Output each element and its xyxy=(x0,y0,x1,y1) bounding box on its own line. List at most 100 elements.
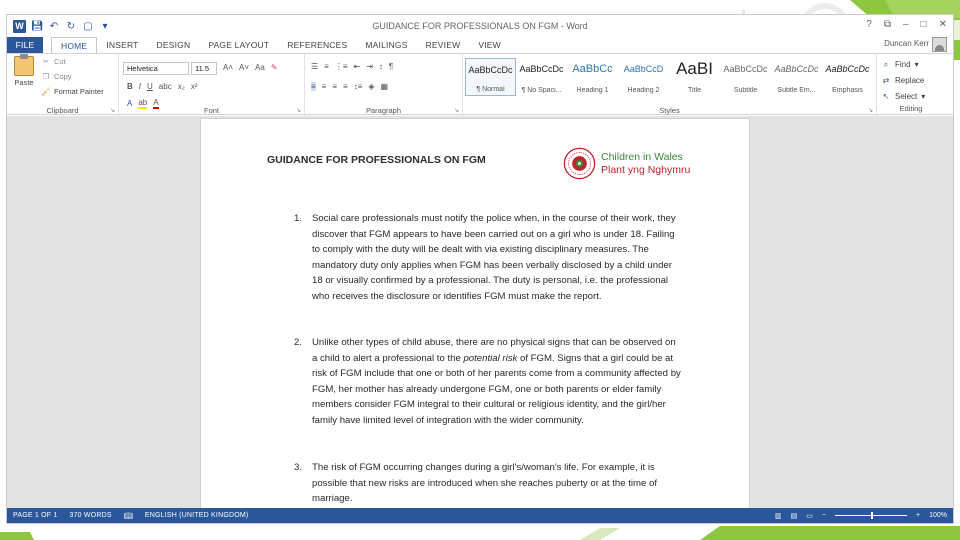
window-title: GUIDANCE FOR PROFESSIONALS ON FGM - Word xyxy=(372,21,588,31)
bullets-icon[interactable]: ☰ xyxy=(311,62,318,71)
zoom-slider-thumb[interactable] xyxy=(871,512,873,519)
zoom-slider[interactable] xyxy=(835,512,907,519)
paste-label: Paste xyxy=(14,78,34,87)
tab-view[interactable]: VIEW xyxy=(469,37,510,53)
tab-mailings[interactable]: MAILINGS xyxy=(356,37,416,53)
tab-references[interactable]: REFERENCES xyxy=(278,37,356,53)
show-marks-icon[interactable]: ¶ xyxy=(389,62,393,71)
maximize-button[interactable]: □ xyxy=(921,19,927,30)
multilevel-list-icon[interactable]: ⋮≡ xyxy=(335,62,348,71)
ribbon-display-options-button[interactable]: ⧉ xyxy=(884,19,891,30)
find-button[interactable]: ⌕ Find ▾ xyxy=(881,57,925,73)
cut-label: Cut xyxy=(54,57,66,66)
clear-formatting-icon[interactable]: ✎ xyxy=(271,63,278,72)
close-button[interactable]: ✕ xyxy=(939,19,947,30)
align-center-icon[interactable]: ≡ xyxy=(322,82,327,91)
font-size-dropdown[interactable]: 11.5 xyxy=(191,62,217,75)
document-area[interactable]: GUIDANCE FOR PROFESSIONALS ON FGM Childr… xyxy=(7,116,953,510)
increase-indent-icon[interactable]: ⇥ xyxy=(366,62,373,71)
decrease-indent-icon[interactable]: ⇤ xyxy=(354,62,361,71)
list-item-number: 2. xyxy=(294,337,303,348)
word-window: W 💾︎ ↶ ↻ ▢ ▾ GUIDANCE FOR PROFESSIONALS … xyxy=(6,14,954,524)
zoom-level[interactable]: 100% xyxy=(929,512,947,519)
align-right-icon[interactable]: ≡ xyxy=(332,82,337,91)
logo-seal-icon xyxy=(563,147,596,180)
list-item-number: 1. xyxy=(294,213,303,224)
select-button[interactable]: ↖ Select ▾ xyxy=(881,89,926,105)
bold-icon[interactable]: B xyxy=(127,82,133,91)
help-button[interactable]: ? xyxy=(866,19,872,30)
sort-icon[interactable]: ↕ xyxy=(379,62,383,71)
change-case-icon[interactable]: Aa xyxy=(255,63,265,72)
paragraph-group: ☰ ≡ ⋮≡ ⇤ ⇥ ↕ ¶ ≡ ≡ ≡ ≡ ↕≡ ◈ ▦ Paragraph … xyxy=(305,54,463,116)
replace-button[interactable]: ⇄ Replace xyxy=(881,73,925,89)
editing-group: ⌕ Find ▾ ⇄ Replace ↖ Select ▾ xyxy=(881,57,926,105)
replace-icon: ⇄ xyxy=(882,76,890,85)
shading-icon[interactable]: ◈ xyxy=(368,82,374,91)
line-spacing-icon[interactable]: ↕≡ xyxy=(354,82,363,91)
language[interactable]: ENGLISH (UNITED KINGDOM) xyxy=(139,512,255,519)
clipboard-launcher-icon[interactable]: ↘ xyxy=(110,107,115,114)
zoom-out-icon[interactable]: − xyxy=(822,512,826,519)
minimize-button[interactable]: – xyxy=(903,19,909,30)
paragraph-launcher-icon[interactable]: ↘ xyxy=(454,107,459,114)
tab-design[interactable]: DESIGN xyxy=(148,37,200,53)
font-group-label: Font xyxy=(203,106,219,115)
logo-line-english: Children in Wales xyxy=(601,151,683,163)
paste-button[interactable]: Paste xyxy=(11,54,37,87)
brush-icon: 🖌︎ xyxy=(41,87,51,96)
font-name-dropdown[interactable]: Helvetica xyxy=(123,62,189,75)
justify-icon[interactable]: ≡ xyxy=(343,82,348,91)
tab-home[interactable]: HOME xyxy=(51,37,98,53)
paragraph-group-label: Paragraph xyxy=(365,106,402,115)
zoom-in-icon[interactable]: + xyxy=(916,512,920,519)
ribbon: Paste ✂ Cut ❐ Copy 🖌︎ Format Painter Cli… xyxy=(7,53,953,116)
borders-icon[interactable]: ▦ xyxy=(381,82,389,91)
subscript-icon[interactable]: x₂ xyxy=(178,82,185,91)
list-item-text: Social care professionals must notify th… xyxy=(312,213,676,302)
tab-page-layout[interactable]: PAGE LAYOUT xyxy=(199,37,278,53)
copy-button[interactable]: ❐ Copy xyxy=(41,72,72,81)
proofing-icon[interactable]: 📖︎ xyxy=(118,512,139,520)
clipboard-group-label: Clipboard xyxy=(46,106,79,115)
shrink-font-icon[interactable]: A˅ xyxy=(239,63,249,72)
find-label: Find xyxy=(895,60,911,69)
replace-label: Replace xyxy=(895,76,925,85)
styles-group-label: Styles xyxy=(659,106,680,115)
underline-icon[interactable]: U xyxy=(147,82,153,91)
web-layout-icon[interactable]: ▭ xyxy=(806,512,813,520)
document-page[interactable]: GUIDANCE FOR PROFESSIONALS ON FGM Childr… xyxy=(200,118,750,510)
print-layout-icon[interactable]: ▤ xyxy=(791,512,798,520)
tab-file[interactable]: FILE xyxy=(7,37,43,53)
strikethrough-icon[interactable]: abc xyxy=(159,82,172,91)
numbering-icon[interactable]: ≡ xyxy=(324,62,329,71)
list-item-text: Unlike other types of child abuse, there… xyxy=(312,335,682,429)
align-left-icon[interactable]: ≡ xyxy=(311,82,316,91)
slide: W 💾︎ ↶ ↻ ▢ ▾ GUIDANCE FOR PROFESSIONALS … xyxy=(0,0,960,540)
copy-icon: ❐ xyxy=(42,72,50,81)
styles-launcher-icon[interactable]: ↘ xyxy=(868,107,873,114)
list-controls: ☰ ≡ ⋮≡ ⇤ ⇥ ↕ ¶ xyxy=(311,62,393,71)
chevron-down-icon: ▾ xyxy=(914,60,919,69)
logo-line-welsh: Plant yng Nghymru xyxy=(601,163,691,176)
tab-insert[interactable]: INSERT xyxy=(97,37,147,53)
word-count[interactable]: 370 WORDS xyxy=(63,512,117,519)
format-painter-label: Format Painter xyxy=(54,87,104,96)
superscript-icon[interactable]: x² xyxy=(191,82,198,91)
font-size-controls: A˄ A˅ Aa ✎ xyxy=(223,63,278,72)
page-count[interactable]: PAGE 1 OF 1 xyxy=(7,512,63,519)
select-icon: ↖ xyxy=(882,92,890,101)
find-icon: ⌕ xyxy=(883,60,889,69)
font-format-controls: B I U abc x₂ x² xyxy=(127,82,197,91)
user-name[interactable]: Duncan Kerr xyxy=(884,39,929,48)
tab-review[interactable]: REVIEW xyxy=(417,37,470,53)
grow-font-icon[interactable]: A˄ xyxy=(223,63,233,72)
font-launcher-icon[interactable]: ↘ xyxy=(296,107,301,114)
ribbon-tabs: FILE HOME INSERT DESIGN PAGE LAYOUT REFE… xyxy=(7,37,953,53)
read-mode-icon[interactable]: ▥ xyxy=(775,512,782,520)
italic-icon[interactable]: I xyxy=(139,82,141,91)
list-item-text: The risk of FGM occurring changes during… xyxy=(312,462,658,505)
avatar[interactable] xyxy=(932,37,947,52)
cut-button[interactable]: ✂ Cut xyxy=(41,57,66,66)
format-painter-button[interactable]: 🖌︎ Format Painter xyxy=(41,87,104,96)
